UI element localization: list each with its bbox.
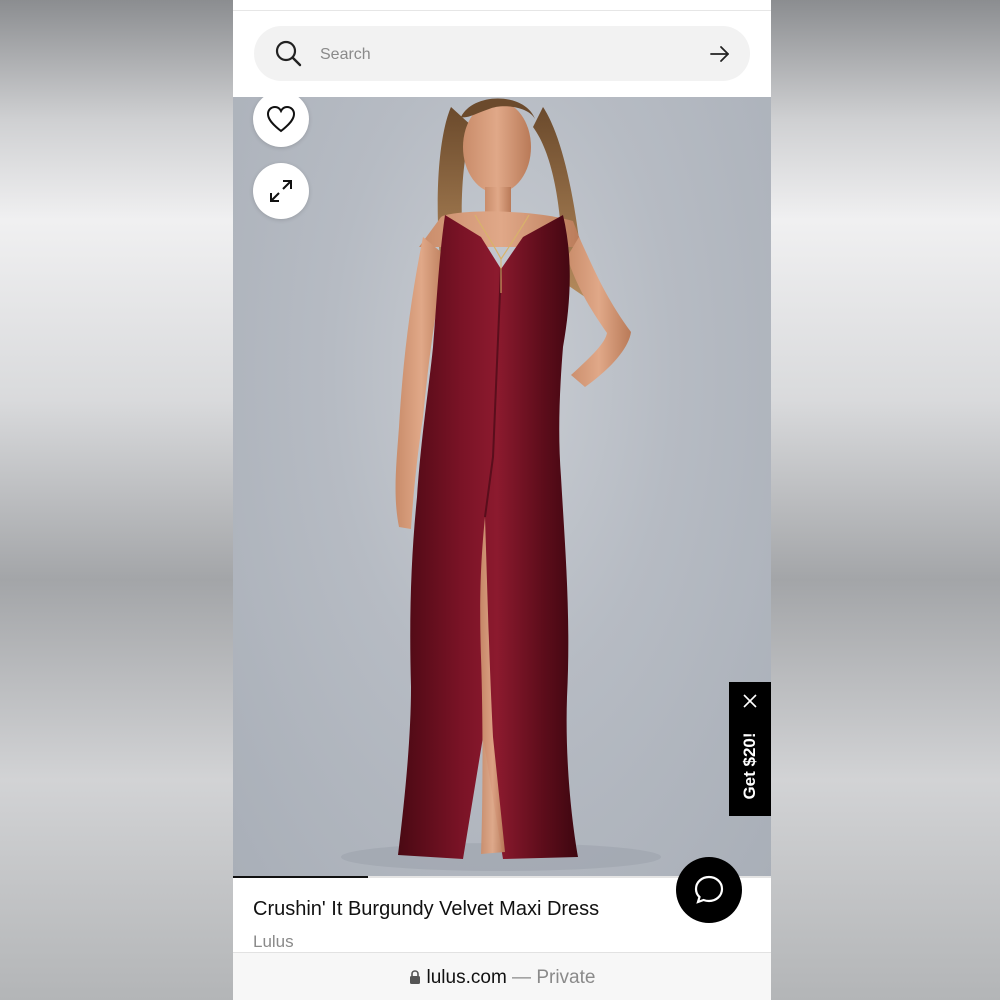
promo-tab[interactable]: Get $20!	[729, 682, 771, 816]
search-input[interactable]	[318, 26, 682, 83]
top-strip	[233, 0, 771, 11]
chat-button[interactable]	[676, 857, 742, 923]
url-display[interactable]: lulus.com — Private	[233, 967, 771, 989]
product-brand[interactable]: Lulus	[253, 932, 294, 952]
left-background	[0, 0, 233, 1000]
expand-icon	[270, 180, 292, 202]
arrow-right-icon[interactable]	[708, 42, 732, 66]
product-image[interactable]: Get $20!	[233, 97, 771, 878]
search-bar[interactable]	[254, 26, 750, 83]
right-background	[771, 0, 1000, 1000]
lock-icon	[409, 970, 420, 984]
browser-url-bar[interactable]: lulus.com — Private	[233, 952, 771, 1000]
model-photo	[341, 98, 661, 871]
private-mode-label: Private	[536, 967, 596, 988]
phone-screen: Get $20! Crushin' It Burgundy Velvet Max…	[233, 0, 771, 1000]
gallery-progress-fill	[233, 876, 368, 878]
close-icon[interactable]	[743, 694, 757, 708]
expand-image-button[interactable]	[253, 163, 309, 219]
promo-label[interactable]: Get $20!	[740, 732, 760, 799]
url-domain: lulus.com	[426, 967, 507, 988]
chat-icon	[694, 875, 724, 904]
search-icon	[275, 40, 302, 67]
url-separator: —	[506, 967, 537, 988]
heart-icon	[266, 105, 296, 133]
product-title[interactable]: Crushin' It Burgundy Velvet Maxi Dress	[253, 898, 599, 921]
